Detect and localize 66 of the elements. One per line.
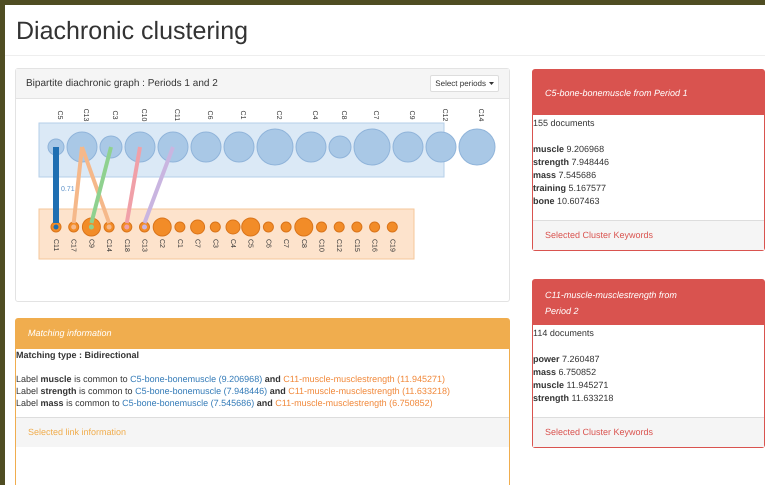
cluster-node[interactable] xyxy=(190,220,206,234)
cluster-link[interactable]: C5-bone-bonemuscle (7.545686) xyxy=(122,398,254,408)
cluster-node[interactable] xyxy=(210,222,221,232)
cluster-node[interactable] xyxy=(426,132,456,162)
panel-footer: Selected link information xyxy=(28,426,126,440)
cluster-link[interactable]: C11-muscle-musclestrength (11.633218) xyxy=(288,386,450,396)
cluster-node[interactable] xyxy=(241,218,260,236)
cluster-node[interactable] xyxy=(152,218,172,236)
link-line[interactable] xyxy=(80,146,111,224)
cluster-node[interactable] xyxy=(458,128,496,166)
cluster-node[interactable] xyxy=(280,222,292,232)
cluster-node[interactable] xyxy=(48,138,64,156)
keyword-score: mass 6.750852 xyxy=(533,366,596,379)
panel-footer: Selected Cluster Keywords xyxy=(545,228,654,242)
cluster-node[interactable] xyxy=(256,128,294,166)
matching-type: Matching type : Bidirectional xyxy=(16,349,140,361)
cluster-node[interactable] xyxy=(392,132,424,162)
cluster-node[interactable] xyxy=(386,222,398,232)
panel-footer: Selected Cluster Keywords xyxy=(545,426,654,440)
document-count: 155 documents xyxy=(533,117,595,130)
keyword-score: power 7.260487 xyxy=(533,353,600,366)
matching-text: Label strength is common to xyxy=(16,386,133,396)
keyword-score: bone 10.607463 xyxy=(533,195,600,208)
cluster-link[interactable]: C5-bone-bonemuscle (9.206968) xyxy=(130,374,262,384)
cluster-node[interactable] xyxy=(354,128,390,166)
cluster-link[interactable]: C11-muscle-musclestrength (6.750852) xyxy=(275,398,433,408)
keyword-score: mass 7.545686 xyxy=(533,169,596,182)
page-title: Diachronic clustering xyxy=(16,16,248,47)
keyword-score: muscle 11.945271 xyxy=(533,379,608,392)
cluster-node[interactable] xyxy=(190,132,222,162)
keyword-score: muscle 9.206968 xyxy=(533,143,604,156)
cluster-node[interactable] xyxy=(174,222,186,232)
keyword-score: training 5.167577 xyxy=(533,182,606,195)
panel-title: C11-muscle-musclestrength from Period 2 xyxy=(545,288,678,318)
matching-text: and xyxy=(264,374,281,384)
cluster-node[interactable] xyxy=(158,132,188,162)
cluster-node[interactable] xyxy=(369,222,380,232)
cluster-link[interactable]: C11-muscle-musclestrength (11.945271) xyxy=(283,374,445,384)
caret-icon xyxy=(489,82,494,85)
panel-title: Bipartite diachronic graph : Periods 1 and 2 xyxy=(26,77,218,91)
cluster-node[interactable] xyxy=(328,136,352,158)
select-periods-dropdown[interactable]: Select periods xyxy=(430,75,499,92)
cluster-node[interactable] xyxy=(262,222,274,232)
link-line[interactable] xyxy=(89,146,113,224)
matching-text: and xyxy=(270,386,286,396)
cluster-link[interactable]: C5-bone-bonemuscle (7.948446) xyxy=(135,386,268,396)
cluster-node[interactable] xyxy=(334,222,345,232)
matching-text: Label mass is common to xyxy=(16,398,120,408)
cluster-node[interactable] xyxy=(226,220,240,234)
cluster-node[interactable] xyxy=(224,132,254,162)
cluster-node[interactable] xyxy=(82,218,101,236)
cluster-node[interactable] xyxy=(124,132,156,162)
matching-text: Label muscle is common to xyxy=(16,374,128,384)
keyword-score: strength 7.948446 xyxy=(533,156,610,169)
cluster-node[interactable] xyxy=(66,132,98,162)
link-line[interactable] xyxy=(124,146,142,224)
keyword-score: strength 11.633218 xyxy=(533,392,614,405)
link-line[interactable] xyxy=(142,146,175,224)
cluster-node[interactable] xyxy=(296,132,326,162)
cluster-node[interactable] xyxy=(100,136,122,158)
document-count: 114 documents xyxy=(533,327,594,340)
matching-text: and xyxy=(256,398,273,408)
cluster-node[interactable] xyxy=(351,222,362,232)
cluster-node[interactable] xyxy=(294,218,314,236)
panel-title: Matching information xyxy=(28,327,112,340)
panel-title: C5-bone-bonemuscle from Period 1 xyxy=(545,86,688,100)
